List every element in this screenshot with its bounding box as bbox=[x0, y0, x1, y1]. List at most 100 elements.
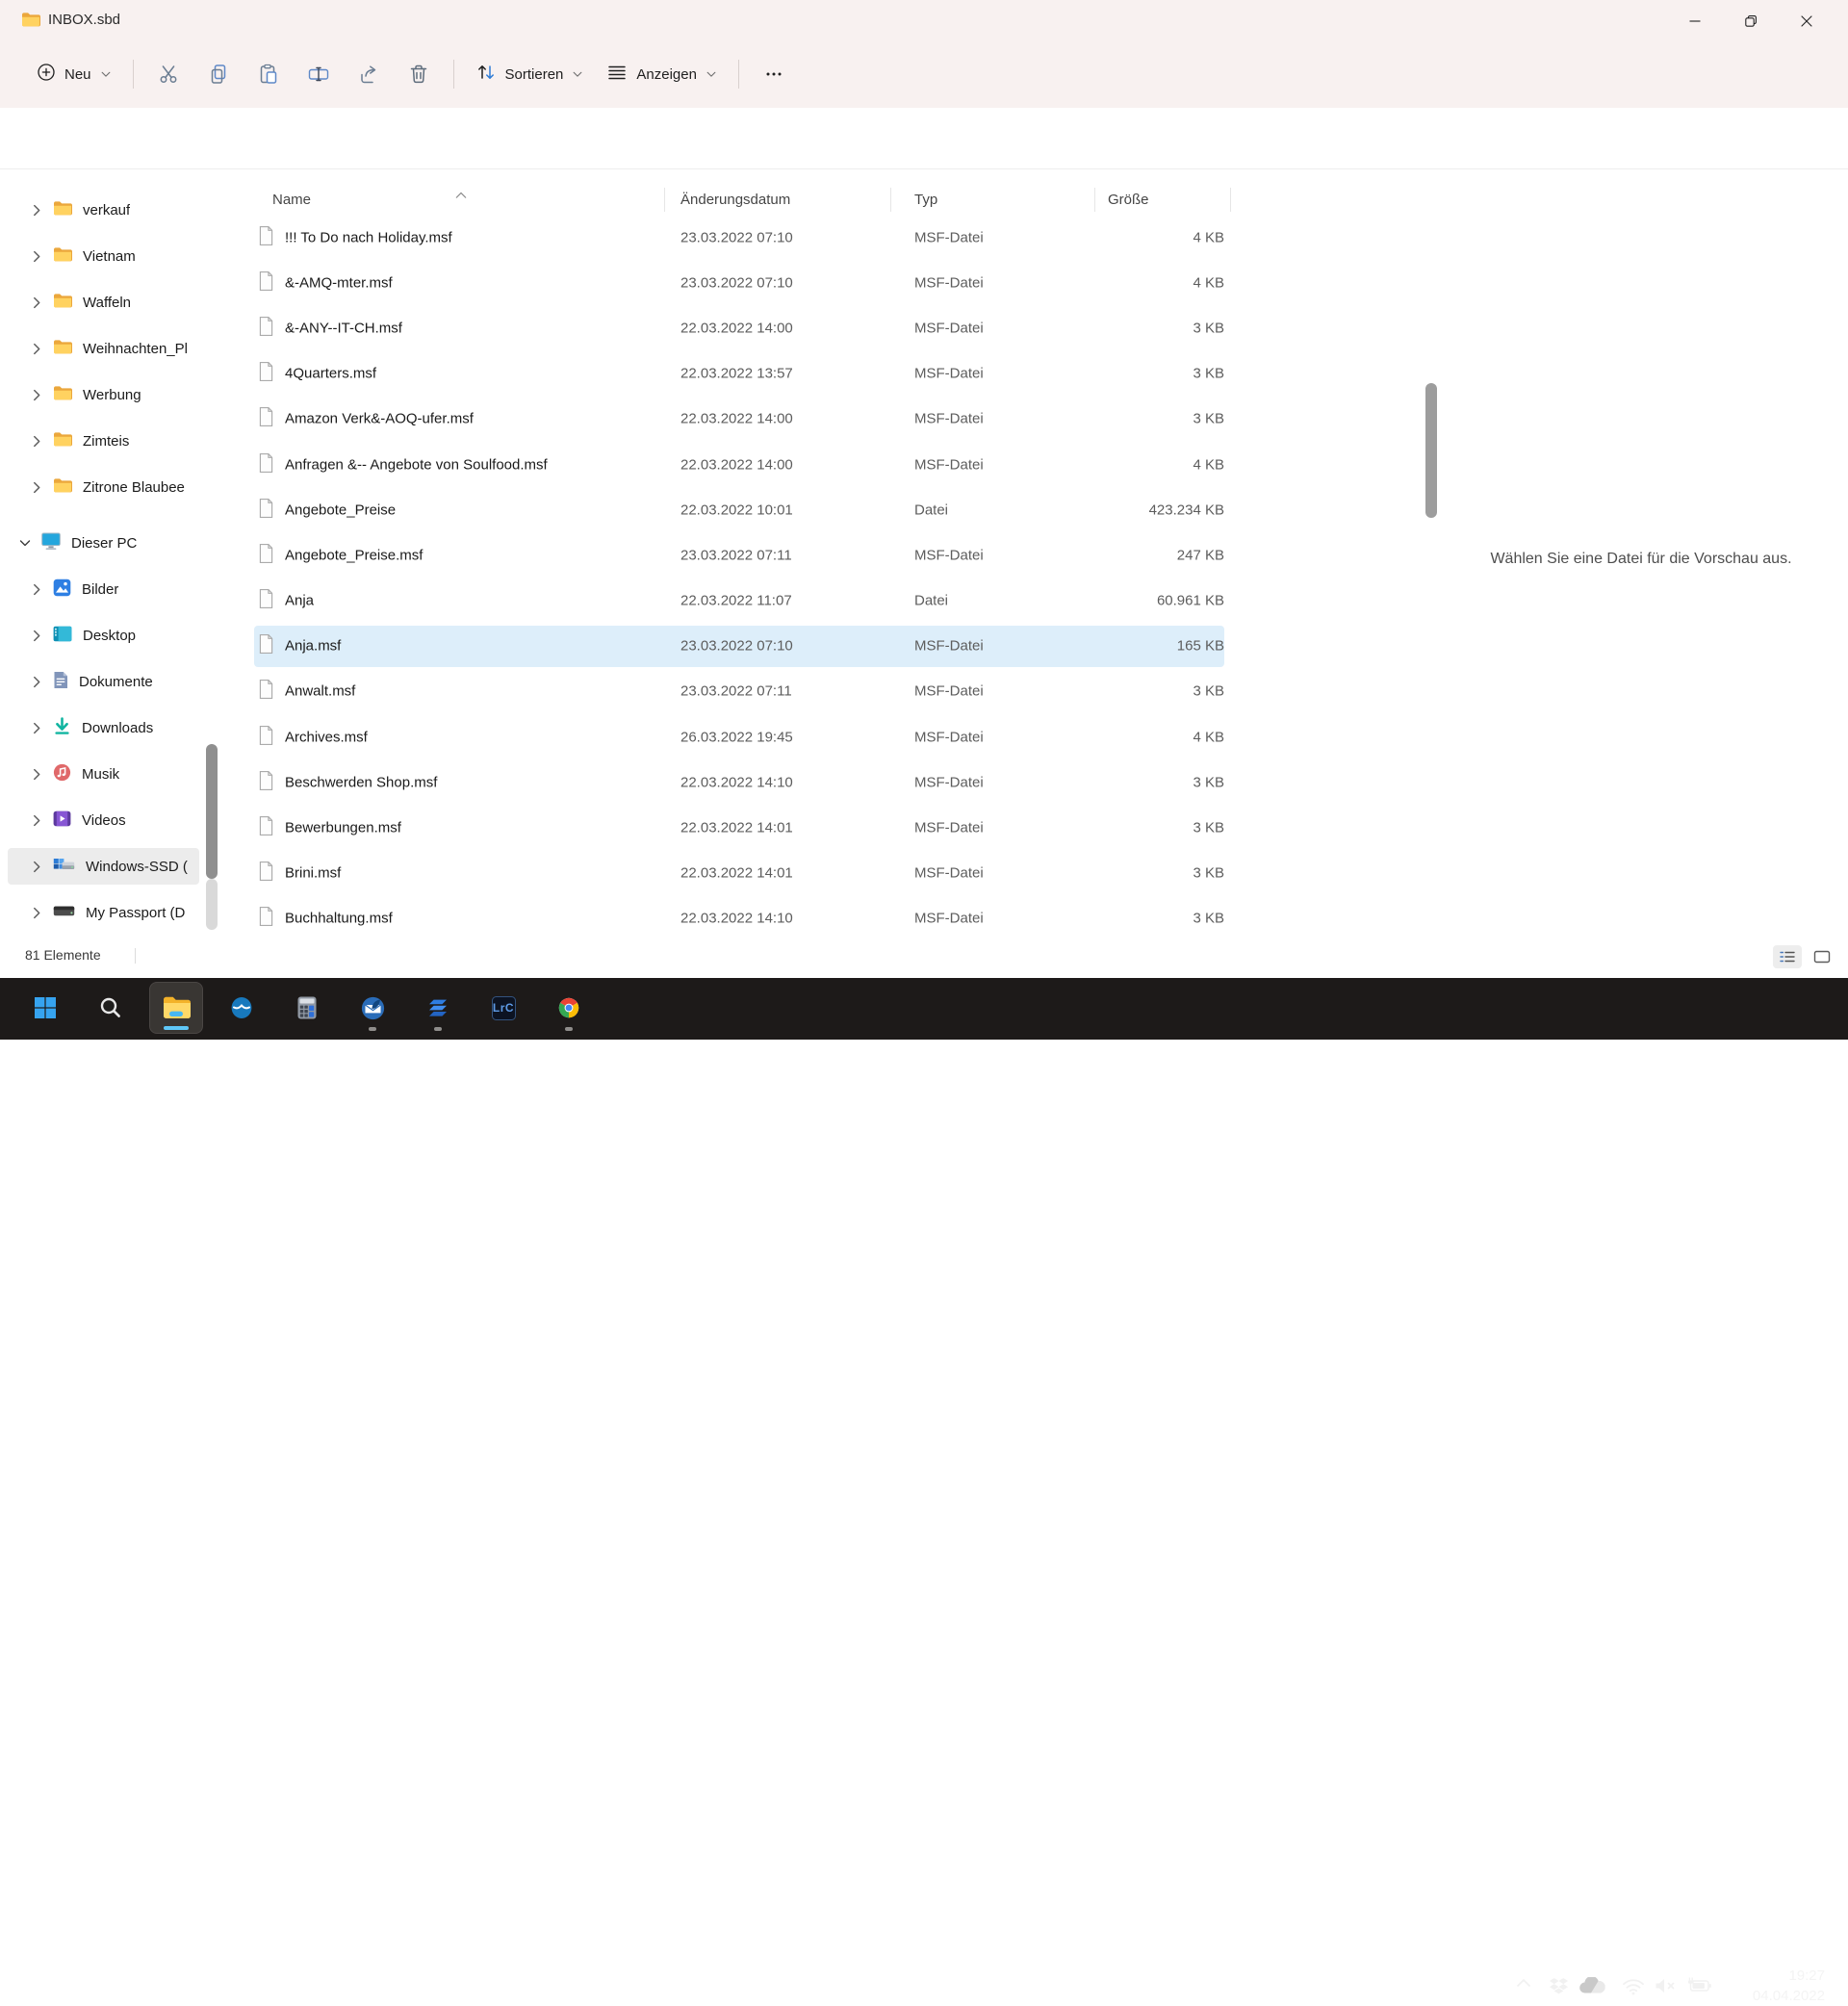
chevron-right-icon[interactable] bbox=[31, 722, 42, 734]
chevron-right-icon[interactable] bbox=[31, 296, 42, 309]
file-row-archives-msf[interactable]: Archives.msf26.03.2022 19:45MSF-Datei4 K… bbox=[221, 714, 1424, 759]
large-icons-view-button[interactable] bbox=[1808, 945, 1836, 968]
battery-tray-icon[interactable] bbox=[1686, 1977, 1712, 1993]
file-row-4quarters-msf[interactable]: 4Quarters.msf22.03.2022 13:57MSF-Datei3 … bbox=[221, 351, 1424, 397]
file-type: MSF-Datei bbox=[914, 274, 984, 291]
rename-button[interactable] bbox=[294, 54, 344, 94]
sidebar-item-videos[interactable]: Videos bbox=[0, 797, 214, 843]
new-button[interactable]: Neu bbox=[25, 54, 123, 94]
minimize-button[interactable] bbox=[1667, 0, 1723, 42]
chevron-right-icon[interactable] bbox=[31, 861, 42, 873]
sidebar-item-my-passport-d[interactable]: My Passport (D bbox=[0, 889, 214, 936]
file-row-amazon-verk-aoq-ufer-msf[interactable]: Amazon Verk&-AOQ-ufer.msf22.03.2022 14:0… bbox=[221, 397, 1424, 442]
sidebar-item-zimteis[interactable]: Zimteis bbox=[0, 418, 214, 464]
chevron-right-icon[interactable] bbox=[31, 343, 42, 355]
wifi-tray-icon[interactable] bbox=[1622, 1977, 1645, 1995]
dropbox-tray-icon[interactable] bbox=[1548, 1977, 1570, 1997]
more-options-button[interactable] bbox=[749, 54, 799, 94]
sort-button[interactable]: Sortieren bbox=[464, 54, 596, 94]
column-header-date[interactable]: Änderungsdatum bbox=[680, 185, 790, 215]
file-explorer-button[interactable] bbox=[149, 982, 203, 1034]
tray-overflow-button[interactable] bbox=[1515, 1977, 1532, 1989]
chevron-right-icon[interactable] bbox=[31, 630, 42, 642]
cut-button[interactable] bbox=[143, 54, 193, 94]
chevron-down-icon bbox=[706, 68, 717, 80]
sidebar-item-desktop[interactable]: Desktop bbox=[0, 612, 214, 658]
file-row-beschwerden-shop-msf[interactable]: Beschwerden Shop.msf22.03.2022 14:10MSF-… bbox=[221, 759, 1424, 805]
share-button[interactable] bbox=[344, 54, 394, 94]
sidebar-item-windows-ssd[interactable]: Windows-SSD ( bbox=[0, 843, 214, 889]
file-icon bbox=[258, 589, 274, 613]
file-row-to-do-nach-holiday-msf[interactable]: !!! To Do nach Holiday.msf23.03.2022 07:… bbox=[221, 215, 1424, 260]
sidebar-item-musik[interactable]: Musik bbox=[0, 751, 214, 797]
file-row-bewerbungen-msf[interactable]: Bewerbungen.msf22.03.2022 14:01MSF-Datei… bbox=[221, 805, 1424, 850]
videos-icon bbox=[53, 810, 71, 831]
sidebar-item-dokumente[interactable]: Dokumente bbox=[0, 658, 214, 705]
chevron-right-icon[interactable] bbox=[31, 204, 42, 217]
sidebar-item-zitrone-blaubee[interactable]: Zitrone Blaubee bbox=[0, 464, 214, 510]
taskbar-search-button[interactable] bbox=[84, 982, 138, 1034]
chevron-right-icon[interactable] bbox=[31, 907, 42, 919]
chrome-button[interactable] bbox=[542, 982, 596, 1034]
column-divider[interactable] bbox=[1230, 188, 1231, 212]
chevron-right-icon[interactable] bbox=[31, 676, 42, 688]
sidebar-item-waffeln[interactable]: Waffeln bbox=[0, 279, 214, 325]
chevron-right-icon[interactable] bbox=[31, 583, 42, 596]
file-row-anfragen-angebote-von-soulfood-msf[interactable]: Anfragen &-- Angebote von Soulfood.msf22… bbox=[221, 442, 1424, 487]
column-header-size[interactable]: Größe bbox=[1108, 185, 1149, 215]
calculator-button[interactable] bbox=[280, 982, 334, 1034]
file-row-any-it-ch-msf[interactable]: &-ANY--IT-CH.msf22.03.2022 14:00MSF-Date… bbox=[221, 305, 1424, 350]
file-row-anja[interactable]: Anja22.03.2022 11:07Datei60.961 KB bbox=[221, 579, 1424, 624]
sidebar-item-label: Werbung bbox=[83, 387, 141, 403]
column-header-type[interactable]: Typ bbox=[914, 185, 937, 215]
sidebar-item-vietnam[interactable]: Vietnam bbox=[0, 233, 214, 279]
sidebar-item-dieser-pc[interactable]: Dieser PC bbox=[0, 520, 214, 566]
delete-button[interactable] bbox=[394, 54, 444, 94]
sidebar-item-downloads[interactable]: Downloads bbox=[0, 705, 214, 751]
view-button[interactable]: Anzeigen bbox=[595, 54, 729, 94]
chevron-right-icon[interactable] bbox=[31, 250, 42, 263]
chevron-right-icon[interactable] bbox=[31, 389, 42, 401]
titlebar[interactable]: INBOX.sbd bbox=[0, 0, 1848, 42]
sidebar-item-weihnachten-pl[interactable]: Weihnachten_Pl bbox=[0, 325, 214, 372]
chevron-down-icon bbox=[572, 68, 583, 80]
sidebar-item-bilder[interactable]: Bilder bbox=[0, 566, 214, 612]
chevron-right-icon[interactable] bbox=[31, 435, 42, 448]
chevron-down-icon[interactable] bbox=[19, 539, 31, 548]
sidebar-scrollbar-track[interactable] bbox=[206, 879, 218, 930]
copy-button[interactable] bbox=[193, 54, 244, 94]
column-divider[interactable] bbox=[664, 188, 665, 212]
openoffice-button[interactable] bbox=[215, 982, 269, 1034]
volume-muted-tray-icon[interactable] bbox=[1654, 1977, 1679, 1994]
file-row-brini-msf[interactable]: Brini.msf22.03.2022 14:01MSF-Datei3 KB bbox=[221, 851, 1424, 896]
file-row-amq-mter-msf[interactable]: &-AMQ-mter.msf23.03.2022 07:10MSF-Datei4… bbox=[221, 260, 1424, 305]
maximize-button[interactable] bbox=[1723, 0, 1779, 42]
file-row-angebote-preise-msf[interactable]: Angebote_Preise.msf23.03.2022 07:11MSF-D… bbox=[221, 532, 1424, 578]
chevron-right-icon[interactable] bbox=[31, 768, 42, 781]
file-row-buchhaltung-msf[interactable]: Buchhaltung.msf22.03.2022 14:10MSF-Datei… bbox=[221, 896, 1424, 939]
file-date: 22.03.2022 14:00 bbox=[680, 320, 793, 336]
column-divider[interactable] bbox=[890, 188, 891, 212]
sidebar-item-werbung[interactable]: Werbung bbox=[0, 372, 214, 418]
column-divider[interactable] bbox=[1094, 188, 1095, 212]
details-view-button[interactable] bbox=[1773, 945, 1802, 968]
column-header-name[interactable]: Name bbox=[272, 185, 311, 215]
stripes-app-button[interactable] bbox=[411, 982, 465, 1034]
file-row-angebote-preise[interactable]: Angebote_Preise22.03.2022 10:01Datei423.… bbox=[221, 487, 1424, 532]
thunderbird-button[interactable] bbox=[346, 982, 399, 1034]
taskbar-clock[interactable]: 19:27 04.04.2022 bbox=[1753, 1966, 1825, 2006]
file-date: 22.03.2022 11:07 bbox=[680, 593, 792, 609]
file-row-anwalt-msf[interactable]: Anwalt.msf23.03.2022 07:11MSF-Datei3 KB bbox=[221, 669, 1424, 714]
sidebar-item-verkauf[interactable]: verkauf bbox=[0, 187, 214, 233]
chevron-right-icon[interactable] bbox=[31, 481, 42, 494]
paste-button[interactable] bbox=[244, 54, 294, 94]
close-button[interactable] bbox=[1779, 0, 1835, 42]
onedrive-tray-icon[interactable] bbox=[1578, 1977, 1605, 1994]
file-list-scrollbar[interactable] bbox=[1425, 383, 1437, 518]
chevron-right-icon[interactable] bbox=[31, 814, 42, 827]
lightroom-button[interactable]: LrC bbox=[476, 982, 530, 1034]
file-row-anja-msf[interactable]: Anja.msf23.03.2022 07:10MSF-Datei165 KB bbox=[221, 624, 1424, 669]
start-button[interactable] bbox=[18, 982, 72, 1034]
sidebar-scrollbar[interactable] bbox=[206, 744, 218, 879]
file-name: Angebote_Preise bbox=[285, 502, 396, 518]
